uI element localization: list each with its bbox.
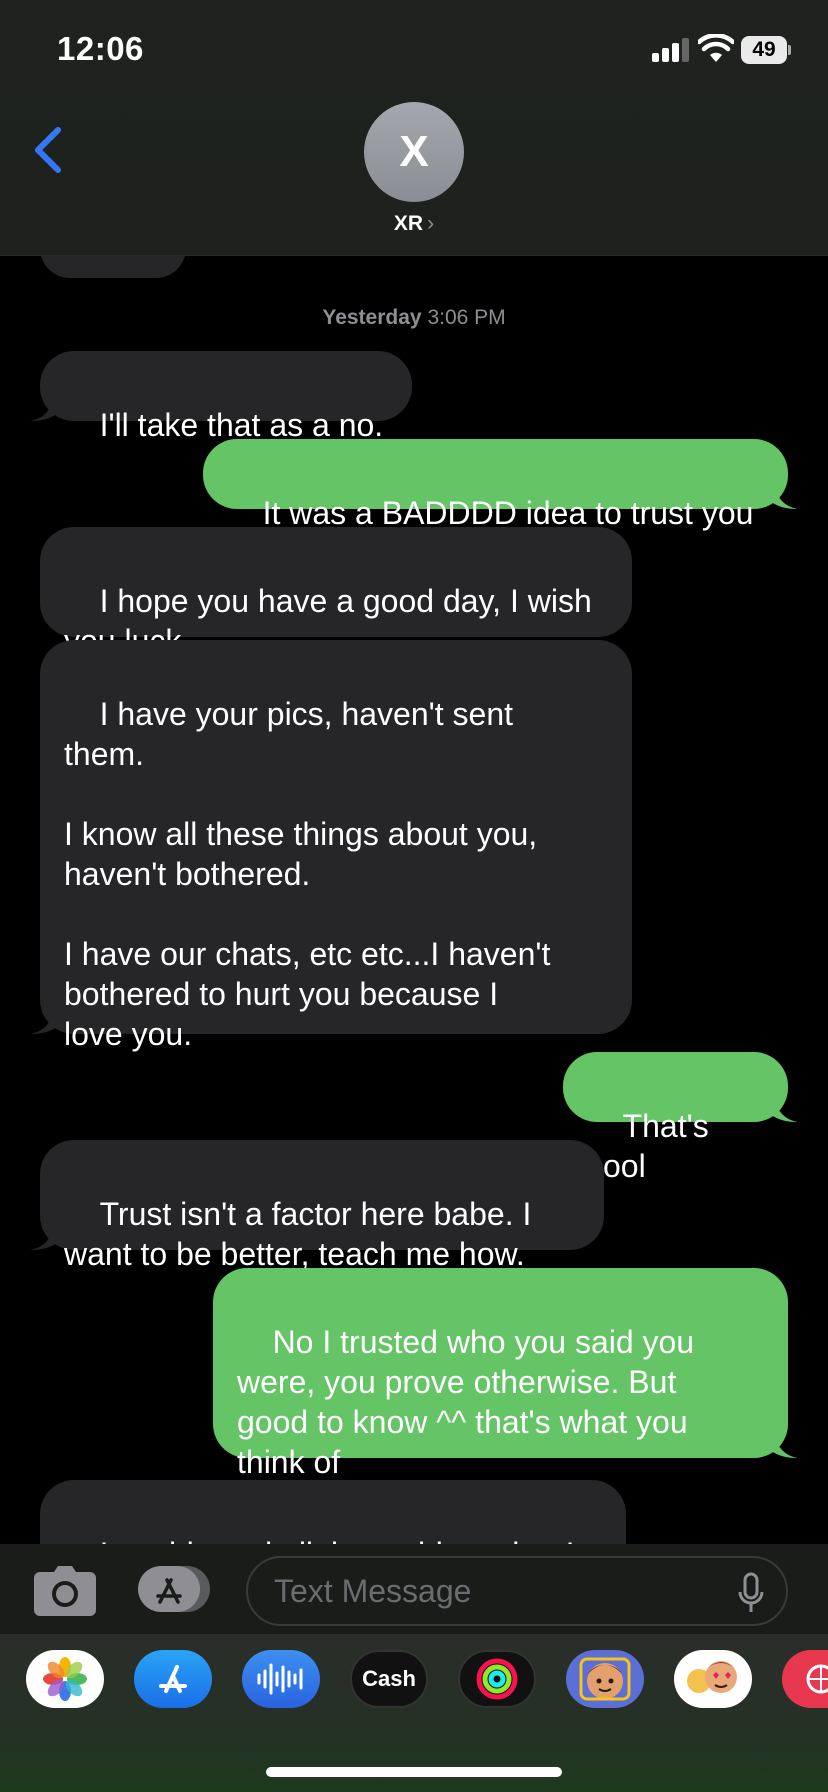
- wifi-icon: [698, 34, 734, 62]
- message-text: I could send all those things, but I don…: [64, 1536, 575, 1544]
- timestamp-time: 3:06 PM: [427, 306, 506, 329]
- compose-bar: [0, 1544, 828, 1634]
- apple-cash-label: Cash: [362, 1666, 416, 1691]
- bubble-tail: [30, 397, 58, 421]
- message-input[interactable]: [246, 1556, 788, 1626]
- bubble-tail: [30, 1226, 58, 1250]
- bubble-tail: [30, 1010, 58, 1034]
- outgoing-message-bubble[interactable]: That's cool: [563, 1052, 788, 1184]
- previous-message-bubble: [40, 256, 186, 278]
- back-chevron-icon[interactable]: [28, 122, 68, 178]
- bubble-tail: [770, 1098, 798, 1122]
- audio-message-icon[interactable]: [242, 1650, 320, 1708]
- message-thread[interactable]: Yesterday 3:06 PM I'll take that as a no…: [0, 256, 828, 1544]
- app-store-apps-icon[interactable]: [138, 1564, 212, 1614]
- battery-icon: 49: [741, 36, 791, 64]
- message-text: That's cool: [587, 1108, 718, 1184]
- incoming-message-bubble[interactable]: Trust isn't a factor here babe. I want t…: [40, 1140, 604, 1272]
- bubble-tail: [770, 1434, 798, 1458]
- contact-avatar[interactable]: X: [364, 102, 464, 202]
- message-text: Trust isn't a factor here babe. I want t…: [64, 1196, 532, 1272]
- contact-name: XR: [393, 212, 424, 235]
- camera-icon[interactable]: [34, 1566, 96, 1616]
- incoming-message-bubble[interactable]: I'll take that as a no.: [40, 351, 412, 443]
- conversation-header: 12:06 49 X XR ›: [0, 0, 828, 256]
- incoming-message-bubble[interactable]: I have your pics, haven't sent them. I k…: [40, 640, 632, 1052]
- message-text: I have your pics, haven't sent them. I k…: [64, 696, 551, 1052]
- status-time: 12:06: [57, 30, 144, 67]
- apple-cash-icon[interactable]: Cash: [350, 1650, 428, 1708]
- home-indicator[interactable]: [266, 1767, 562, 1777]
- message-text: No I trusted who you said you were, you …: [237, 1324, 695, 1480]
- memoji-icon[interactable]: [566, 1650, 644, 1708]
- incoming-message-bubble[interactable]: I hope you have a good day, I wish you l…: [40, 527, 632, 659]
- bubble-tail: [770, 485, 798, 509]
- web-images-icon[interactable]: [782, 1650, 828, 1708]
- app-store-icon[interactable]: [134, 1650, 212, 1708]
- cellular-signal-icon: [652, 38, 689, 62]
- battery-level: 49: [741, 36, 787, 64]
- chevron-right-icon: ›: [427, 212, 435, 235]
- imessage-app-drawer: Cash: [0, 1634, 828, 1792]
- microphone-icon[interactable]: [738, 1572, 764, 1614]
- outgoing-message-bubble[interactable]: It was a BADDDD idea to trust you: [203, 439, 788, 531]
- message-text: I'll take that as a no.: [99, 407, 384, 443]
- activity-icon[interactable]: [458, 1650, 536, 1708]
- contact-name-button[interactable]: XR ›: [0, 212, 828, 236]
- message-timestamp: Yesterday 3:06 PM: [0, 306, 828, 330]
- photos-app-icon[interactable]: [26, 1650, 104, 1708]
- outgoing-message-bubble[interactable]: No I trusted who you said you were, you …: [213, 1268, 788, 1480]
- message-text: It was a BADDDD idea to trust you: [262, 495, 754, 531]
- incoming-message-bubble[interactable]: I could send all those things, but I don…: [40, 1480, 626, 1544]
- timestamp-day: Yesterday: [322, 306, 422, 329]
- memoji-stickers-icon[interactable]: [674, 1650, 752, 1708]
